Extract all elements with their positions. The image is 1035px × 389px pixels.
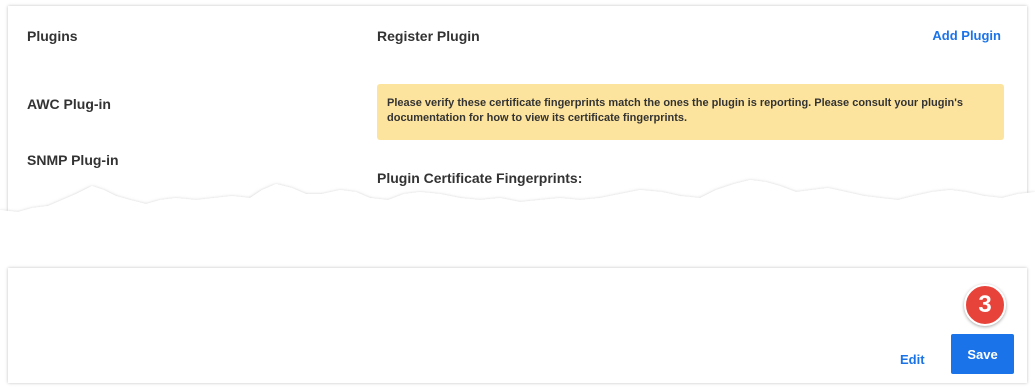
edit-button[interactable]: Edit bbox=[900, 352, 925, 367]
register-plugin-heading: Register Plugin bbox=[377, 28, 480, 44]
certificate-warning-banner: Please verify these certificate fingerpr… bbox=[377, 84, 1004, 140]
actions-panel bbox=[8, 268, 1027, 383]
step-callout-badge: 3 bbox=[964, 284, 1006, 326]
plugins-heading: Plugins bbox=[27, 28, 78, 44]
torn-edge-divider bbox=[0, 180, 1035, 240]
save-button[interactable]: Save bbox=[951, 334, 1014, 374]
add-plugin-link[interactable]: Add Plugin bbox=[932, 28, 1001, 43]
plugin-list-item-awc[interactable]: AWC Plug-in bbox=[27, 96, 111, 112]
plugin-list-item-snmp[interactable]: SNMP Plug-in bbox=[27, 152, 119, 168]
